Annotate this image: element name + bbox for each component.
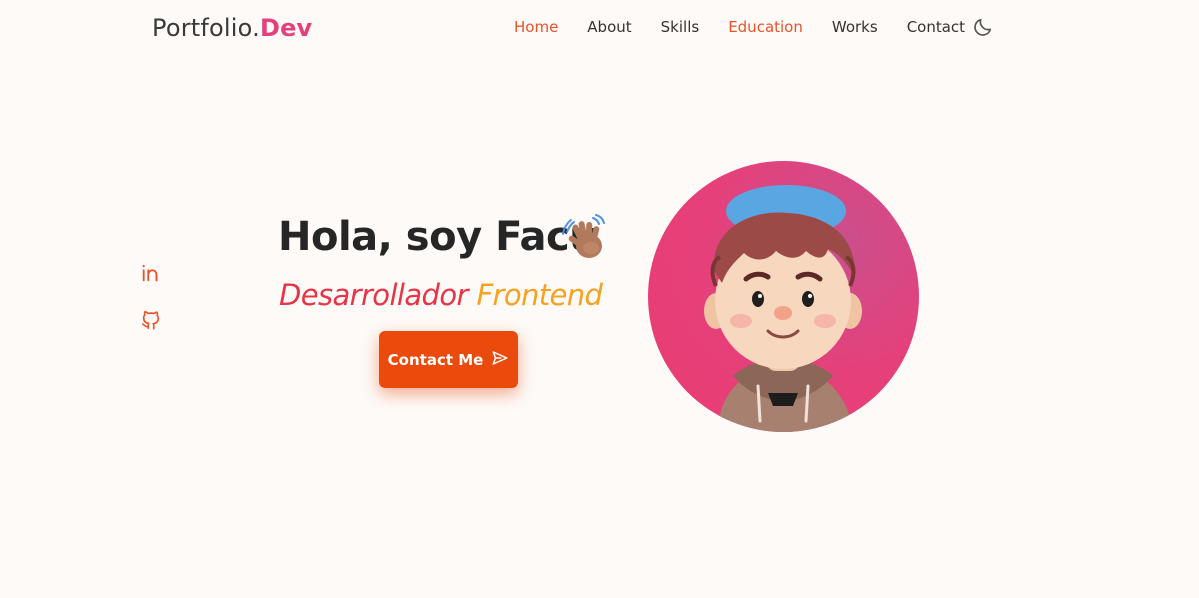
nav-contact[interactable]: Contact [907, 18, 965, 36]
social-links [140, 262, 164, 356]
logo-main-text: Portfolio [152, 14, 253, 42]
linkedin-icon[interactable] [140, 262, 162, 284]
main-nav: Home About Skills Education Works Contac… [514, 18, 994, 36]
send-icon [491, 349, 509, 371]
hero-subtitle: Desarrollador Frontend [279, 278, 603, 312]
nav-education[interactable]: Education [728, 18, 803, 36]
nav-about[interactable]: About [587, 18, 631, 36]
github-icon[interactable] [140, 309, 162, 331]
logo-dot: . [252, 14, 260, 42]
nav-home[interactable]: Home [514, 18, 558, 36]
subtitle-specialty: Frontend [476, 278, 603, 312]
moon-icon[interactable] [972, 16, 994, 38]
site-logo[interactable]: Portfolio.Dev [152, 14, 312, 42]
hero-greeting: Hola, soy Facu [278, 214, 598, 260]
waving-hand-icon [560, 214, 610, 262]
logo-accent-text: Dev [259, 14, 313, 42]
contact-me-button[interactable]: Contact Me [379, 331, 518, 388]
subtitle-role: Desarrollador [279, 278, 468, 312]
nav-skills[interactable]: Skills [661, 18, 700, 36]
page: Portfolio.Dev Home About Skills Educatio… [0, 0, 1199, 598]
contact-me-label: Contact Me [387, 350, 484, 369]
nav-works[interactable]: Works [832, 18, 878, 36]
avatar [648, 161, 919, 432]
